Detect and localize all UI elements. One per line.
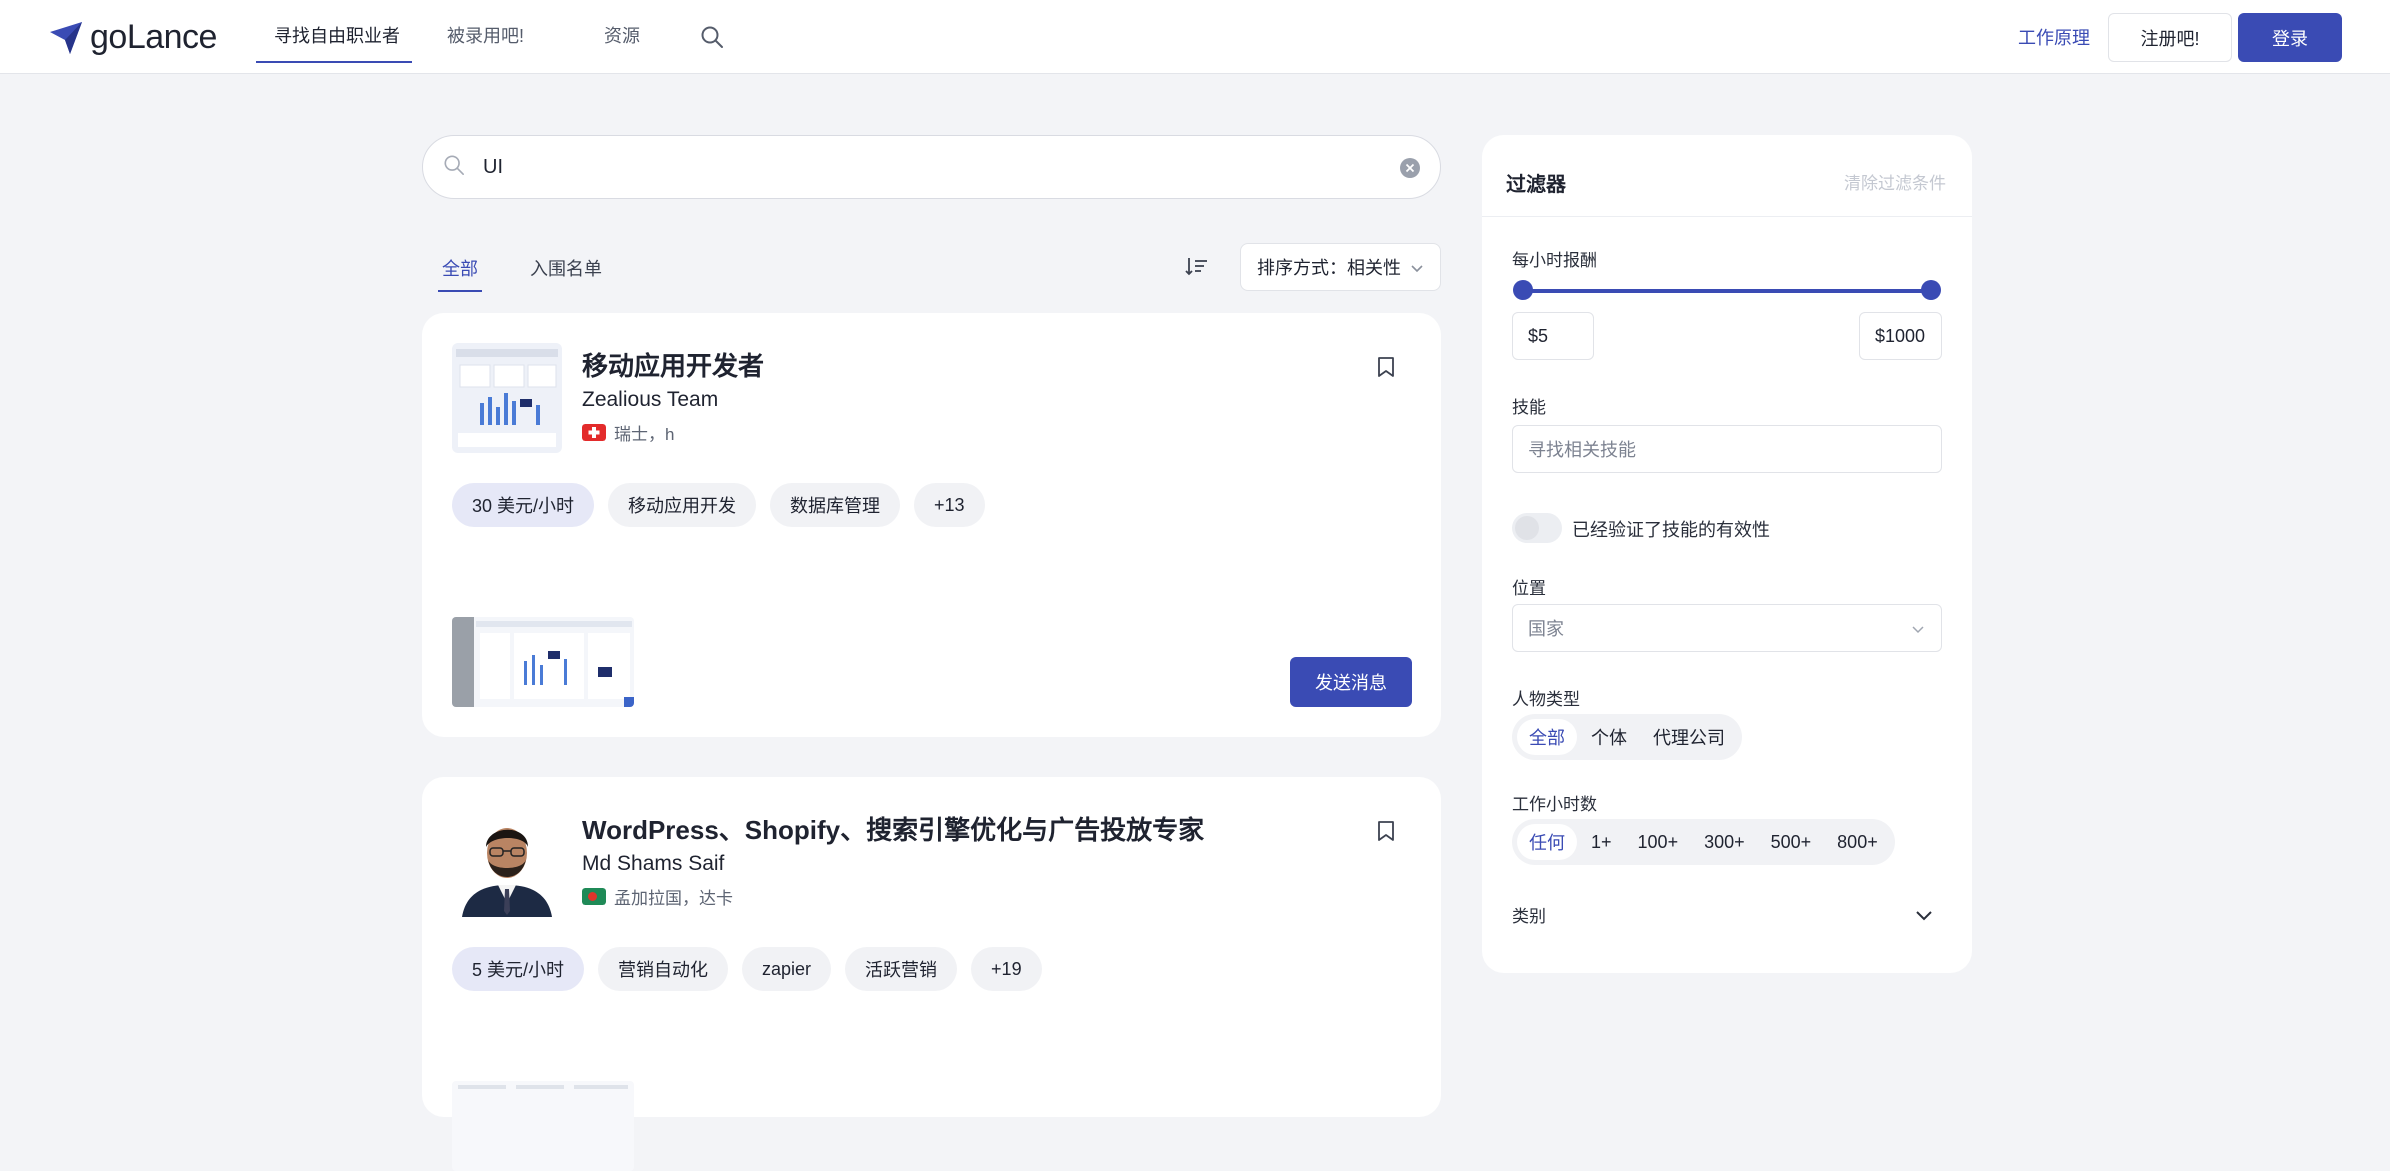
- hourly-rate-chip: 30 美元/小时: [452, 483, 595, 527]
- price-max-handle[interactable]: [1921, 280, 1941, 300]
- freelancer-card[interactable]: 移动应用开发者 Zealious Team 瑞士，h 30 美元/小时 移动应用…: [422, 313, 1441, 737]
- how-it-works-link[interactable]: 工作原理: [2018, 24, 2090, 50]
- freelancer-name[interactable]: Md Shams Saif: [582, 852, 724, 876]
- country-placeholder: 国家: [1528, 619, 1564, 639]
- location-text: 孟加拉国，达卡: [614, 889, 733, 908]
- hours-500-plus[interactable]: 500+: [1759, 824, 1824, 860]
- person-type-selector: 全部 个体 代理公司: [1512, 714, 1742, 760]
- skills-label: 技能: [1512, 398, 1546, 417]
- sort-dropdown[interactable]: 排序方式：相关性: [1240, 243, 1441, 291]
- skill-chip[interactable]: 数据库管理: [770, 483, 901, 527]
- person-type-all[interactable]: 全部: [1517, 719, 1577, 755]
- hourly-rate-label: 每小时报酬: [1512, 251, 1597, 270]
- skills-input[interactable]: 寻找相关技能: [1512, 425, 1942, 473]
- price-min-handle[interactable]: [1513, 280, 1533, 300]
- avatar[interactable]: [452, 343, 562, 453]
- send-message-button[interactable]: 发送消息: [1290, 657, 1412, 707]
- top-navbar: goLance 寻找自由职业者 被录用吧! 资源 工作原理 注册吧! 登录: [0, 0, 2390, 74]
- country-select[interactable]: 国家: [1512, 604, 1942, 652]
- tab-shortlist[interactable]: 入围名单: [530, 255, 602, 281]
- freelancer-name[interactable]: Zealious Team: [582, 388, 718, 412]
- skill-chip[interactable]: 营销自动化: [598, 947, 729, 991]
- hours-300-plus[interactable]: 300+: [1692, 824, 1757, 860]
- category-label[interactable]: 类别: [1512, 902, 1546, 927]
- logo-text: goLance: [90, 18, 217, 56]
- hourly-rate-chip: 5 美元/小时: [452, 947, 585, 991]
- hours-worked-selector: 任何 1+ 100+ 300+ 500+ 800+: [1512, 819, 1895, 865]
- location-label: 位置: [1512, 579, 1546, 598]
- freelancer-card[interactable]: WordPress、Shopify、搜索引擎优化与广告投放专家 Md Shams…: [422, 777, 1441, 1171]
- hours-worked-label: 工作小时数: [1512, 795, 1597, 814]
- more-skills-chip[interactable]: +19: [971, 947, 1042, 991]
- verified-skills-toggle[interactable]: [1512, 513, 1562, 543]
- location: 孟加拉国，达卡: [582, 884, 733, 909]
- person-type-label: 人物类型: [1512, 690, 1580, 709]
- location-text: 瑞士，h: [614, 425, 675, 444]
- filters-header: 过滤器 清除过滤条件: [1482, 135, 1972, 217]
- more-skills-chip[interactable]: +13: [914, 483, 985, 527]
- hours-1-plus[interactable]: 1+: [1579, 824, 1624, 860]
- nav-resources[interactable]: 资源: [604, 22, 640, 48]
- bangladesh-flag-icon: [582, 888, 606, 905]
- bookmark-icon[interactable]: [1377, 820, 1395, 842]
- hours-800-plus[interactable]: 800+: [1825, 824, 1890, 860]
- skill-chips: 30 美元/小时 移动应用开发 数据库管理 +13: [452, 483, 985, 527]
- hours-any[interactable]: 任何: [1517, 824, 1577, 860]
- skills-placeholder: 寻找相关技能: [1528, 440, 1636, 460]
- tab-all[interactable]: 全部: [442, 255, 478, 281]
- price-range-track[interactable]: [1523, 289, 1931, 293]
- tab-active-underline: [438, 290, 482, 292]
- search-value[interactable]: UI: [483, 156, 503, 179]
- nav-find-freelancers[interactable]: 寻找自由职业者: [274, 22, 400, 48]
- clear-search-icon[interactable]: [1400, 158, 1420, 178]
- hours-100-plus[interactable]: 100+: [1626, 824, 1691, 860]
- verified-skills-label: 已经验证了技能的有效性: [1572, 520, 1770, 540]
- portfolio-thumbnail[interactable]: [452, 1081, 634, 1171]
- toggle-knob: [1515, 516, 1539, 540]
- person-type-individual[interactable]: 个体: [1579, 719, 1639, 755]
- skill-chips: 5 美元/小时 营销自动化 zapier 活跃营销 +19: [452, 947, 1042, 991]
- chevron-down-icon: [1411, 265, 1423, 273]
- paper-plane-logo-icon: [50, 21, 82, 54]
- search-icon: [443, 154, 465, 176]
- min-price-input[interactable]: $5: [1512, 312, 1594, 360]
- nav-search-icon[interactable]: [700, 25, 724, 49]
- card-title[interactable]: 移动应用开发者: [582, 346, 764, 383]
- skill-chip[interactable]: 移动应用开发: [608, 483, 757, 527]
- bookmark-icon[interactable]: [1377, 356, 1395, 378]
- login-button[interactable]: 登录: [2238, 13, 2342, 62]
- golance-logo[interactable]: goLance: [48, 18, 217, 57]
- chevron-down-icon[interactable]: [1914, 905, 1934, 925]
- filters-title: 过滤器: [1506, 174, 1566, 196]
- person-type-agency[interactable]: 代理公司: [1641, 719, 1737, 755]
- filters-panel: 过滤器 清除过滤条件 每小时报酬 $5 $1000 技能 寻找相关技能 已经验证…: [1482, 135, 1972, 973]
- clear-filters-link[interactable]: 清除过滤条件: [1844, 169, 1946, 194]
- avatar[interactable]: [452, 807, 562, 917]
- switzerland-flag-icon: [582, 424, 606, 441]
- max-price-input[interactable]: $1000: [1859, 312, 1942, 360]
- nav-get-hired[interactable]: 被录用吧!: [447, 22, 524, 48]
- register-button[interactable]: 注册吧!: [2108, 13, 2232, 62]
- sort-label: 排序方式：相关性: [1257, 258, 1401, 278]
- sort-order-icon[interactable]: [1185, 254, 1209, 278]
- chevron-down-icon: [1912, 626, 1924, 634]
- skill-chip[interactable]: zapier: [742, 947, 832, 991]
- search-input[interactable]: UI: [422, 135, 1441, 199]
- portfolio-thumbnail[interactable]: [452, 617, 634, 707]
- card-title[interactable]: WordPress、Shopify、搜索引擎优化与广告投放专家: [582, 810, 1204, 847]
- location: 瑞士，h: [582, 420, 674, 445]
- nav-active-underline: [256, 61, 412, 63]
- skill-chip[interactable]: 活跃营销: [845, 947, 958, 991]
